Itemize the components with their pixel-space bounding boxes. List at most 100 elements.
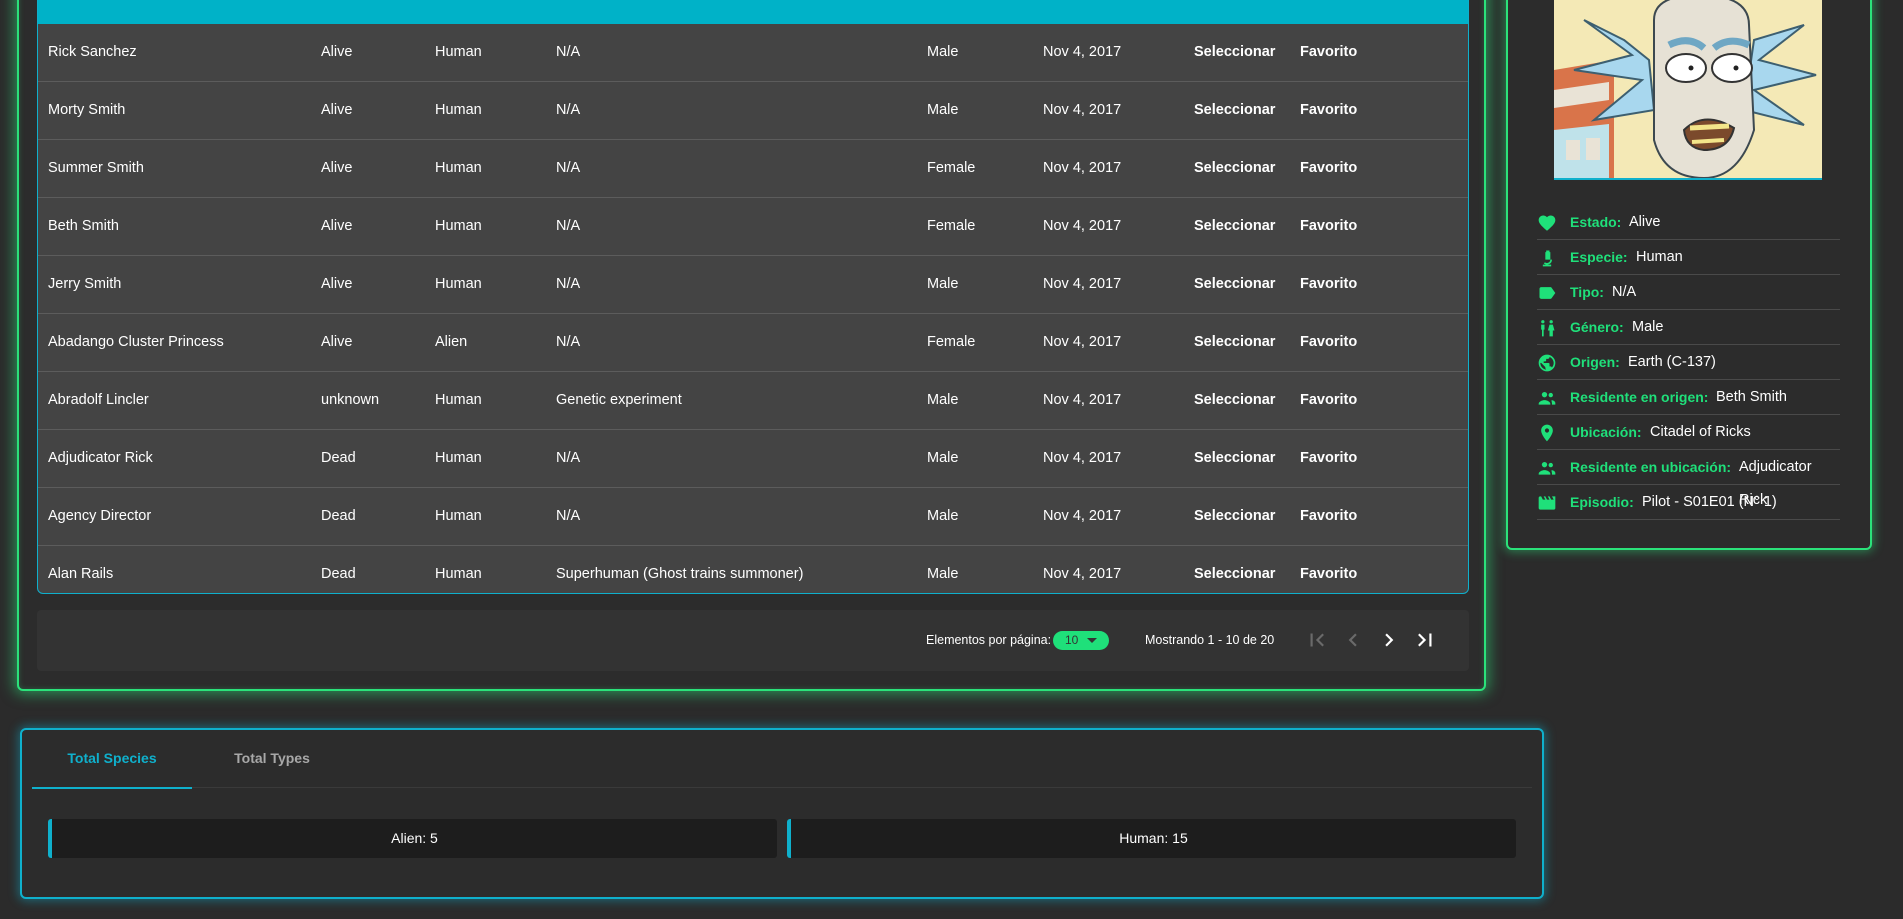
location-pin-icon [1537,423,1557,443]
gender-icon [1537,318,1557,338]
items-per-page-label: Elementos por página: [926,633,1052,647]
characters-table: Rick Sanchez Alive Human N/A Male Nov 4, 2017… [37,0,1469,594]
select-button[interactable]: Seleccionar [1194,372,1275,429]
character-type: Genetic experiment [556,392,682,408]
character-name: Agency Director [48,508,152,524]
character-created-date: Nov 4, 2017 [1043,508,1122,524]
detail-label: Episodio: [1570,494,1634,510]
select-button[interactable]: Seleccionar [1194,488,1275,545]
last-page-button[interactable] [1412,627,1438,653]
character-status: Alive [321,160,353,176]
character-created-date: Nov 4, 2017 [1043,392,1122,408]
character-gender: Female [927,160,976,176]
tab-total-types-label: Total Types [234,750,310,766]
detail-value: Alive [1629,214,1661,230]
stats-tabs: Total Species Total Types [32,730,1532,789]
character-type: N/A [556,450,581,466]
character-name: Adjudicator Rick [48,450,153,466]
character-gender: Female [927,334,976,350]
detail-value: Male [1632,319,1664,335]
character-type: N/A [556,218,581,234]
character-name: Morty Smith [48,102,126,118]
favorite-button[interactable]: Favorito [1300,314,1357,371]
character-gender: Female [927,218,976,234]
character-species: Human [435,218,482,234]
detail-value: Human [1636,249,1683,265]
character-type: Superhuman (Ghost trains summoner) [556,566,804,582]
stat-box-alien: Alien: 5 [48,819,777,858]
tab-total-types[interactable]: Total Types [192,730,352,787]
select-button[interactable]: Seleccionar [1194,198,1275,255]
detail-label: Residente en origen: [1570,389,1709,405]
favorite-button[interactable]: Favorito [1300,82,1357,139]
items-per-page-select[interactable]: 10 [1053,631,1109,650]
detail-row: Género: Male [1537,311,1840,345]
character-type: N/A [556,508,581,524]
character-gender: Male [927,44,959,60]
character-status: Alive [321,334,353,350]
favorite-button[interactable]: Favorito [1300,198,1357,255]
detail-label: Tipo: [1570,284,1604,300]
select-button[interactable]: Seleccionar [1194,82,1275,139]
favorite-button[interactable]: Favorito [1300,546,1357,593]
first-page-button[interactable] [1304,627,1330,653]
table-row: Abadango Cluster Princess Alive Alien N/A Fe… [38,314,1468,372]
detail-label: Residente en ubicación: [1570,459,1732,475]
select-button[interactable]: Seleccionar [1194,140,1275,197]
detail-label: Género: [1570,319,1624,335]
table-row: Rick Sanchez Alive Human N/A Male Nov 4, 2017… [38,24,1468,82]
globe-icon [1537,353,1557,373]
table-row: Adjudicator Rick Dead Human N/A Male Nov 4, 2… [38,430,1468,488]
tag-icon [1537,283,1557,303]
character-type: N/A [556,276,581,292]
detail-value: N/A [1612,284,1637,300]
character-status: unknown [321,392,380,408]
favorite-button[interactable]: Favorito [1300,488,1357,545]
character-gender: Male [927,392,959,408]
character-detail-list: Estado: Alive Especie: Human Tipo: N/A Género:… [1537,206,1840,521]
table-row: Jerry Smith Alive Human N/A Male Nov 4, 2017 S… [38,256,1468,314]
detail-label: Origen: [1570,354,1620,370]
table-row: Summer Smith Alive Human N/A Female Nov 4, 20… [38,140,1468,198]
next-page-button[interactable] [1376,627,1402,653]
tab-total-species-label: Total Species [67,750,157,766]
character-created-date: Nov 4, 2017 [1043,450,1122,466]
character-created-date: Nov 4, 2017 [1043,160,1122,176]
character-status: Dead [321,450,356,466]
last-page-icon [1418,633,1432,647]
table-header [38,0,1468,24]
favorite-button[interactable]: Favorito [1300,256,1357,313]
items-per-page-value: 10 [1065,633,1079,647]
detail-row: Estado: Alive [1537,206,1840,240]
detail-row: Residente en ubicación: Adjudicator Rick [1537,451,1840,508]
select-button[interactable]: Seleccionar [1194,24,1275,81]
detail-row: Especie: Human [1537,241,1840,275]
favorite-button[interactable]: Favorito [1300,24,1357,81]
select-button[interactable]: Seleccionar [1194,314,1275,371]
select-button[interactable]: Seleccionar [1194,256,1275,313]
character-created-date: Nov 4, 2017 [1043,334,1122,350]
rick-portrait-image [1554,0,1822,178]
microscope-icon [1537,248,1557,268]
range-label: Mostrando 1 - 10 de 20 [1145,633,1275,647]
favorite-button[interactable]: Favorito [1300,430,1357,487]
character-status: Alive [321,102,353,118]
tab-total-species[interactable]: Total Species [32,730,192,789]
character-created-date: Nov 4, 2017 [1043,44,1122,60]
favorite-button[interactable]: Favorito [1300,140,1357,197]
character-species: Human [435,450,482,466]
favorite-button[interactable]: Favorito [1300,372,1357,429]
paginator: Elementos por página: 10 Mostrando 1 - 1… [37,610,1469,671]
character-created-date: Nov 4, 2017 [1043,276,1122,292]
character-gender: Male [927,450,959,466]
character-status: Alive [321,44,353,60]
select-button[interactable]: Seleccionar [1194,546,1275,593]
clapperboard-icon [1537,493,1557,513]
previous-page-button[interactable] [1340,627,1366,653]
heart-icon [1537,213,1557,233]
chevron-left-icon [1348,633,1357,647]
table-row: Abradolf Lincler unknown Human Genetic expe… [38,372,1468,430]
select-button[interactable]: Seleccionar [1194,430,1275,487]
detail-row: Origen: Earth (C-137) [1537,346,1840,380]
stats-card: Total Species Total Types Alien: 5 Human… [20,728,1544,899]
